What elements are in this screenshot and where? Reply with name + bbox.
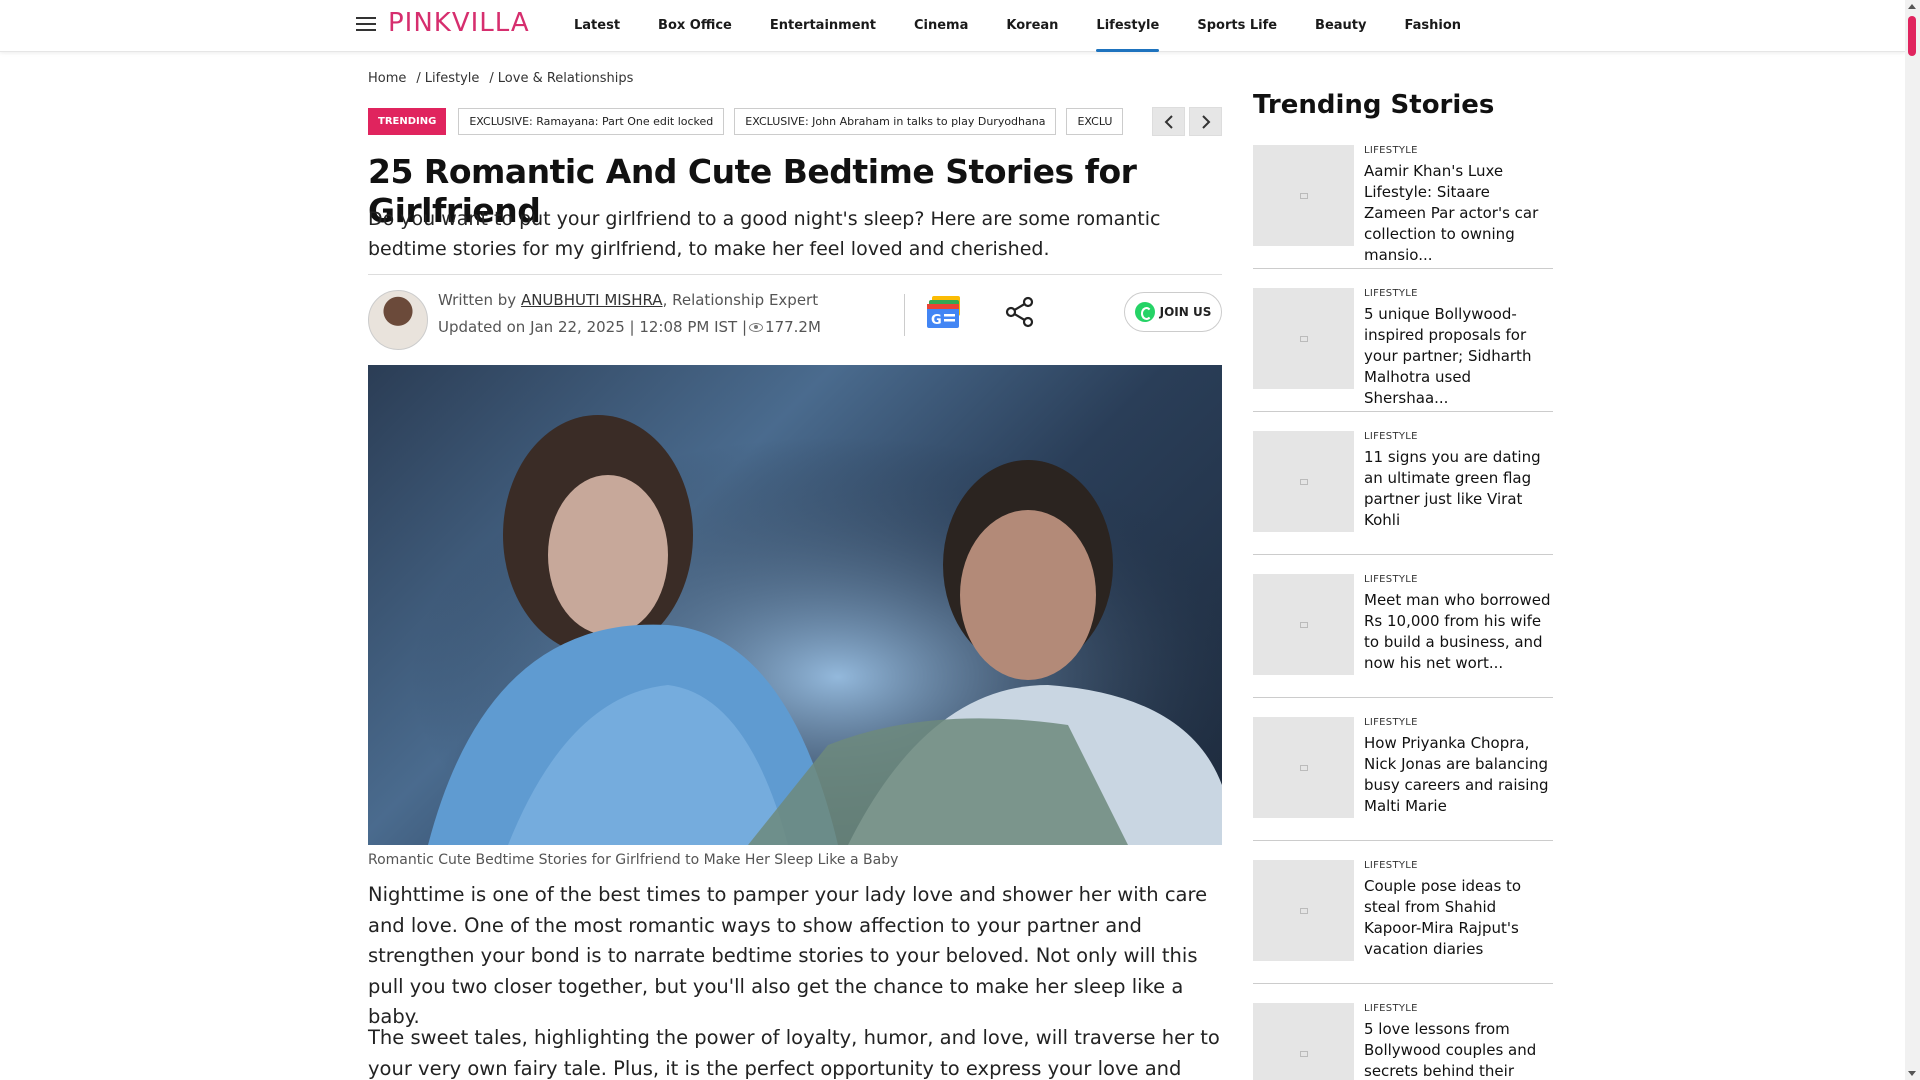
image-caption: Romantic Cute Bedtime Stories for Girlfr… xyxy=(368,852,899,868)
page-scrollbar[interactable] xyxy=(1905,0,1920,1080)
nav-beauty[interactable]: Beauty xyxy=(1315,0,1366,52)
trending-story[interactable]: LIFESTYLE How Priyanka Chopra, Nick Jona… xyxy=(1253,717,1553,841)
breadcrumb-love-relationships[interactable]: Love & Relationships xyxy=(498,71,634,86)
story-headline[interactable]: 5 love lessons from Bollywood couples an… xyxy=(1364,1019,1554,1080)
chevron-right-icon xyxy=(1201,114,1210,129)
nav-entertainment[interactable]: Entertainment xyxy=(770,0,876,52)
story-category: LIFESTYLE xyxy=(1364,1003,1418,1014)
trending-item[interactable]: EXCLUSIVE: John Abraham in talks to play… xyxy=(734,108,1057,135)
trending-story[interactable]: LIFESTYLE 11 signs you are dating an ult… xyxy=(1253,431,1553,555)
trending-item[interactable]: EXCLUSIVE: Ramayana: Part One edit locke… xyxy=(458,108,725,135)
trending-story[interactable]: LIFESTYLE Couple pose ideas to steal fro… xyxy=(1253,860,1553,984)
join-us-label: JOIN US xyxy=(1159,305,1212,319)
story-thumbnail[interactable] xyxy=(1253,288,1354,389)
chevron-left-icon xyxy=(1164,114,1173,129)
story-thumbnail[interactable] xyxy=(1253,431,1354,532)
breadcrumb: Home / Lifestyle / Love & Relationships xyxy=(368,71,643,86)
site-logo[interactable]: PINKVILLA xyxy=(388,8,530,38)
article-paragraph: The sweet tales, highlighting the power … xyxy=(368,1026,1220,1080)
story-thumbnail[interactable] xyxy=(1253,574,1354,675)
story-category: LIFESTYLE xyxy=(1364,288,1418,299)
trending-story[interactable]: LIFESTYLE Aamir Khan's Luxe Lifestyle: S… xyxy=(1253,145,1553,269)
trending-stories-heading: Trending Stories xyxy=(1253,90,1495,120)
story-headline[interactable]: 11 signs you are dating an ultimate gree… xyxy=(1364,447,1554,531)
breadcrumb-separator: / xyxy=(416,71,421,86)
view-count: 177.2M xyxy=(765,318,821,336)
nav-box-office[interactable]: Box Office xyxy=(658,0,732,52)
nav-cinema[interactable]: Cinema xyxy=(914,0,968,52)
article-meta: Updated on Jan 22, 2025 | 12:08 PM IST |… xyxy=(438,318,821,336)
couple-reading-image xyxy=(368,365,1222,845)
story-thumbnail[interactable] xyxy=(1253,860,1354,961)
updated-date: Updated on Jan 22, 2025 | 12:08 PM IST | xyxy=(438,318,748,336)
divider xyxy=(904,294,905,336)
story-thumbnail[interactable] xyxy=(1253,717,1354,818)
trending-bar: TRENDING EXCLUSIVE: Ramayana: Part One e… xyxy=(368,107,1222,136)
scroll-up-icon[interactable] xyxy=(1908,4,1916,9)
nav-korean[interactable]: Korean xyxy=(1006,0,1058,52)
site-header: PINKVILLA Latest Box Office Entertainmen… xyxy=(0,0,1905,52)
image-placeholder-icon xyxy=(1299,192,1308,199)
author-role: , Relationship Expert xyxy=(662,291,819,309)
menu-icon[interactable] xyxy=(356,17,376,31)
image-placeholder-icon xyxy=(1299,478,1308,485)
story-headline[interactable]: Meet man who borrowed Rs 10,000 from his… xyxy=(1364,590,1554,674)
image-placeholder-icon xyxy=(1299,1050,1308,1057)
story-category: LIFESTYLE xyxy=(1364,860,1418,871)
image-placeholder-icon xyxy=(1299,907,1308,914)
breadcrumb-separator: / xyxy=(489,71,494,86)
trending-next-button[interactable] xyxy=(1189,107,1222,136)
story-headline[interactable]: Aamir Khan's Luxe Lifestyle: Sitaare Zam… xyxy=(1364,161,1554,266)
divider xyxy=(368,274,1222,275)
story-category: LIFESTYLE xyxy=(1364,717,1418,728)
trending-item[interactable]: EXCLU xyxy=(1066,108,1124,135)
author-row: Written by ANUBHUTI MISHRA, Relationship… xyxy=(368,290,1222,352)
whatsapp-icon xyxy=(1134,302,1155,322)
story-thumbnail[interactable] xyxy=(1253,145,1354,246)
nav-lifestyle[interactable]: Lifestyle xyxy=(1096,0,1159,52)
story-category: LIFESTYLE xyxy=(1364,431,1418,442)
article-paragraph: Nighttime is one of the best times to pa… xyxy=(368,883,1208,1028)
nav-sports-life[interactable]: Sports Life xyxy=(1197,0,1277,52)
story-headline[interactable]: How Priyanka Chopra, Nick Jonas are bala… xyxy=(1364,733,1554,817)
scroll-down-icon[interactable] xyxy=(1908,1071,1916,1076)
written-by-label: Written by xyxy=(438,291,517,309)
trending-prev-button[interactable] xyxy=(1152,107,1185,136)
trending-badge: TRENDING xyxy=(368,108,447,135)
image-placeholder-icon xyxy=(1299,335,1308,342)
author-avatar[interactable] xyxy=(368,290,428,350)
article-subtitle: Do you want to put your girlfriend to a … xyxy=(368,208,1161,260)
trending-items: EXCLUSIVE: Ramayana: Part One edit locke… xyxy=(458,108,1138,135)
nav-latest[interactable]: Latest xyxy=(574,0,620,52)
google-news-icon[interactable]: G xyxy=(926,294,966,330)
image-placeholder-icon xyxy=(1299,764,1308,771)
trending-story[interactable]: LIFESTYLE Meet man who borrowed Rs 10,00… xyxy=(1253,574,1553,698)
author-link[interactable]: ANUBHUTI MISHRA xyxy=(521,291,663,309)
join-us-button[interactable]: JOIN US xyxy=(1124,292,1222,332)
image-placeholder-icon xyxy=(1299,621,1308,628)
main-nav: Latest Box Office Entertainment Cinema K… xyxy=(574,0,1499,52)
scroll-thumb[interactable] xyxy=(1908,16,1916,56)
story-headline[interactable]: 5 unique Bollywood-inspired proposals fo… xyxy=(1364,304,1554,409)
svg-text:G: G xyxy=(931,313,942,328)
story-category: LIFESTYLE xyxy=(1364,574,1418,585)
trending-story[interactable]: LIFESTYLE 5 unique Bollywood-inspired pr… xyxy=(1253,288,1553,412)
author-byline: Written by ANUBHUTI MISHRA, Relationship… xyxy=(438,291,818,309)
eye-icon xyxy=(749,323,764,332)
story-category: LIFESTYLE xyxy=(1364,145,1418,156)
hero-image xyxy=(368,365,1222,845)
breadcrumb-home[interactable]: Home xyxy=(368,71,406,86)
story-headline[interactable]: Couple pose ideas to steal from Shahid K… xyxy=(1364,876,1554,960)
story-thumbnail[interactable] xyxy=(1253,1003,1354,1080)
breadcrumb-lifestyle[interactable]: Lifestyle xyxy=(425,71,480,86)
share-icon[interactable] xyxy=(1004,296,1036,328)
nav-fashion[interactable]: Fashion xyxy=(1405,0,1462,52)
trending-story[interactable]: LIFESTYLE 5 love lessons from Bollywood … xyxy=(1253,1003,1553,1080)
